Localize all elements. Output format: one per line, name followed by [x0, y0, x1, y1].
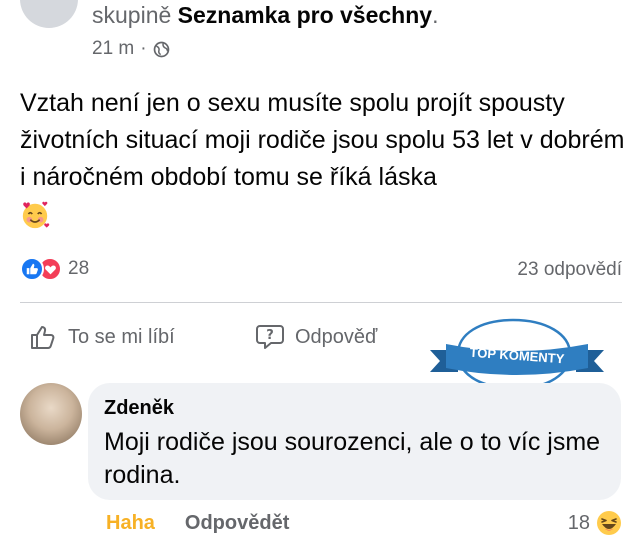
comment-reply-button[interactable]: Odpovědět	[185, 512, 289, 535]
globe-icon	[153, 41, 169, 57]
like-icon	[20, 257, 44, 281]
comment-bubble-icon: ?	[256, 325, 284, 349]
post-time[interactable]: 21 m	[92, 38, 134, 60]
comment-actions: Haha Odpovědět	[106, 512, 289, 535]
reply-button[interactable]: ? Odpověď	[255, 322, 377, 352]
meta-separator: ·	[140, 38, 147, 59]
post-body: Vztah není jen o sexu musíte spolu projí…	[20, 89, 625, 191]
group-avatar[interactable]	[20, 0, 78, 28]
group-prefix: skupině	[92, 2, 178, 28]
comment-reaction-summary[interactable]: 18	[568, 510, 622, 536]
comment-author[interactable]: Zdeněk	[104, 397, 605, 420]
like-label: To se mi líbí	[68, 325, 175, 348]
divider	[20, 302, 622, 303]
smiling-face-with-hearts-icon	[22, 202, 50, 229]
group-suffix: .	[432, 2, 439, 28]
reaction-count: 28	[68, 258, 90, 279]
thumbs-up-icon	[31, 326, 55, 349]
group-line: skupině Seznamka pro všechny.	[92, 2, 438, 29]
svg-text:?: ?	[266, 328, 274, 343]
comment-text: Moji rodiče jsou sourozenci, ale o to ví…	[104, 428, 601, 489]
commenter-avatar[interactable]	[20, 383, 82, 445]
laughing-face-icon	[597, 511, 621, 535]
like-button[interactable]: To se mi líbí	[28, 322, 175, 352]
post-text: Vztah není jen o sexu musíte spolu projí…	[20, 85, 630, 233]
haha-reaction-button[interactable]: Haha	[106, 512, 155, 535]
post-meta: 21 m ·	[92, 38, 170, 60]
replies-count[interactable]: 23 odpovědí	[517, 259, 622, 281]
reply-label: Odpověď	[295, 325, 378, 348]
group-name-link[interactable]: Seznamka pro všechny	[178, 2, 432, 28]
comment-reaction-count: 18	[567, 511, 590, 534]
comment-bubble: Zdeněk Moji rodiče jsou sourozenci, ale …	[88, 383, 621, 500]
reaction-summary[interactable]: 28	[20, 257, 89, 281]
